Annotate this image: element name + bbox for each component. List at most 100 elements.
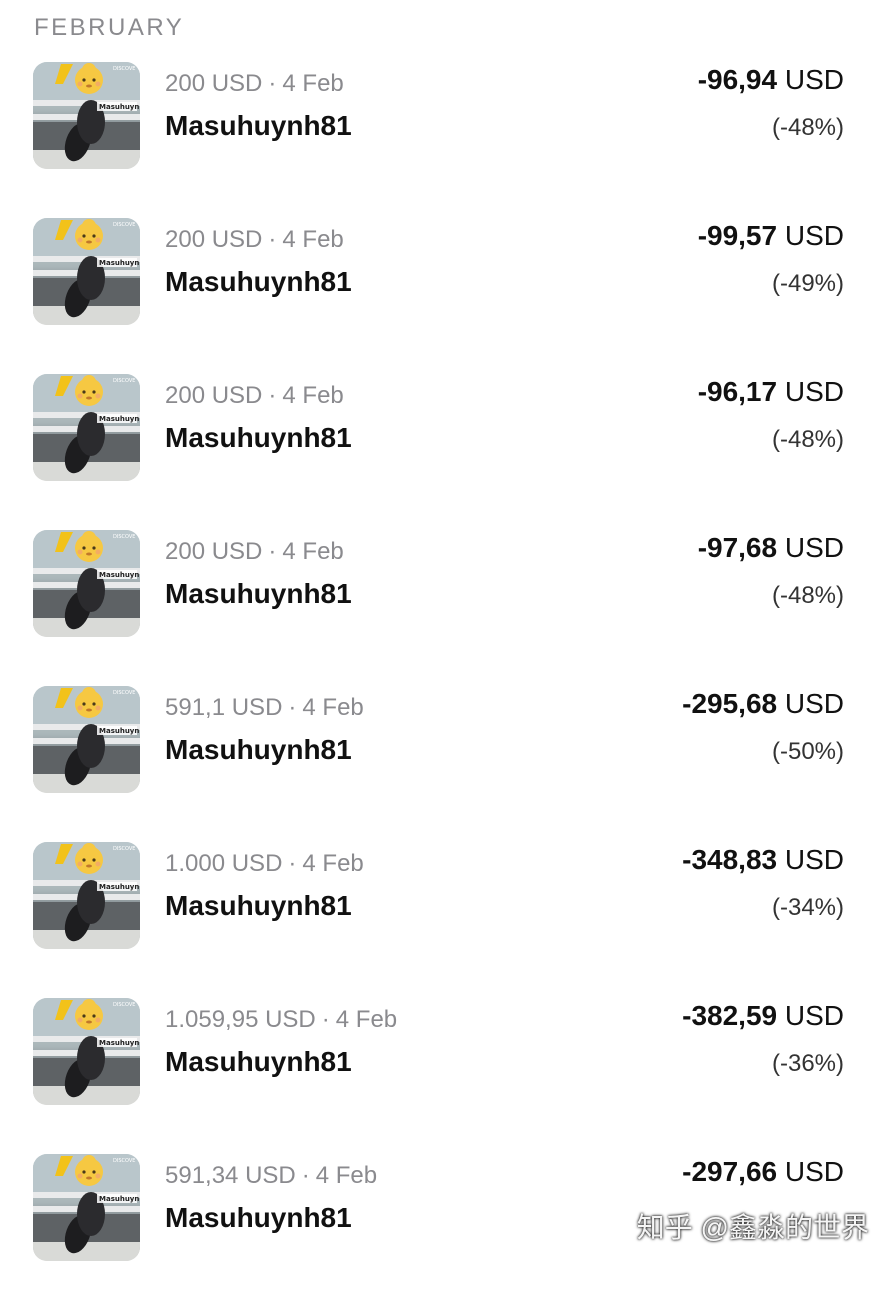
change-amount: -96,17 USD — [698, 376, 844, 408]
change-percent: (-48%) — [772, 582, 844, 610]
change-amount: -295,68 USD — [682, 688, 844, 720]
svg-text:DISCOVE: DISCOVE — [113, 846, 135, 852]
change-value: -295,68 — [682, 688, 777, 719]
transaction-meta: 200 USD·4 Feb — [165, 382, 344, 410]
transaction-amount: 591,34 USD — [165, 1162, 296, 1189]
meta-separator: · — [316, 1006, 336, 1033]
change-amount: -97,68 USD — [698, 532, 844, 564]
change-amount: -96,94 USD — [698, 64, 844, 96]
svg-text:DISCOVE: DISCOVE — [113, 378, 135, 384]
transaction-amount: 200 USD — [165, 382, 262, 409]
svg-text:Masuhuyn: Masuhuyn — [99, 571, 139, 579]
transaction-meta: 1.059,95 USD·4 Feb — [165, 1006, 397, 1034]
svg-text:Masuhuyn: Masuhuyn — [99, 883, 139, 891]
transaction-meta: 591,1 USD·4 Feb — [165, 694, 364, 722]
change-currency: USD — [785, 532, 844, 563]
motorcycle-avatar-icon: Masuhuyn DISCOVE — [33, 842, 140, 949]
svg-text:DISCOVE: DISCOVE — [113, 534, 135, 540]
change-percent: (-34%) — [772, 894, 844, 922]
transaction-name: Masuhuynh81 — [165, 734, 352, 766]
section-header-month: FEBRUARY — [34, 14, 184, 42]
transaction-meta: 591,34 USD·4 Feb — [165, 1162, 377, 1190]
motorcycle-avatar-icon: Masuhuyn DISCOVE — [33, 1154, 140, 1261]
svg-text:DISCOVE: DISCOVE — [113, 1158, 135, 1164]
transaction-amount: 1.059,95 USD — [165, 1006, 316, 1033]
change-percent: (-48%) — [772, 114, 844, 142]
svg-text:Masuhuyn: Masuhuyn — [99, 103, 139, 111]
transaction-amount: 1.000 USD — [165, 850, 282, 877]
svg-text:Masuhuyn: Masuhuyn — [99, 1195, 139, 1203]
change-currency: USD — [785, 376, 844, 407]
change-value: -348,83 — [682, 844, 777, 875]
change-amount: -297,66 USD — [682, 1156, 844, 1188]
svg-text:Masuhuyn: Masuhuyn — [99, 727, 139, 735]
transaction-name: Masuhuynh81 — [165, 1202, 352, 1234]
transaction-amount: 200 USD — [165, 226, 262, 253]
meta-separator: · — [262, 538, 282, 565]
meta-separator: · — [262, 70, 282, 97]
transaction-row[interactable]: Masuhuyn DISCOVE 1.000 USD·4 Feb Masuhuy… — [0, 842, 879, 998]
meta-separator: · — [262, 226, 282, 253]
transaction-meta: 1.000 USD·4 Feb — [165, 850, 364, 878]
change-value: -99,57 — [698, 220, 777, 251]
change-currency: USD — [785, 64, 844, 95]
change-value: -297,66 — [682, 1156, 777, 1187]
transaction-meta: 200 USD·4 Feb — [165, 70, 344, 98]
transaction-date: 4 Feb — [302, 850, 363, 877]
transaction-name: Masuhuynh81 — [165, 266, 352, 298]
watermark-text: 知乎 @鑫淼的世界 — [637, 1206, 869, 1246]
change-value: -96,17 — [698, 376, 777, 407]
transaction-date: 4 Feb — [282, 70, 343, 97]
svg-text:DISCOVE: DISCOVE — [113, 1002, 135, 1008]
transaction-row[interactable]: Masuhuyn DISCOVE 1.059,95 USD·4 Feb Masu… — [0, 998, 879, 1154]
change-value: -97,68 — [698, 532, 777, 563]
svg-text:Masuhuyn: Masuhuyn — [99, 1039, 139, 1047]
transaction-row[interactable]: Masuhuyn DISCOVE 200 USD·4 Feb Masuhuynh… — [0, 218, 879, 374]
motorcycle-avatar-icon: Masuhuyn DISCOVE — [33, 374, 140, 481]
change-amount: -348,83 USD — [682, 844, 844, 876]
change-amount: -382,59 USD — [682, 1000, 844, 1032]
meta-separator: · — [282, 694, 302, 721]
transaction-meta: 200 USD·4 Feb — [165, 226, 344, 254]
transaction-name: Masuhuynh81 — [165, 1046, 352, 1078]
svg-text:DISCOVE: DISCOVE — [113, 222, 135, 228]
change-percent: (-36%) — [772, 1050, 844, 1078]
change-currency: USD — [785, 1000, 844, 1031]
change-percent: (-49%) — [772, 270, 844, 298]
motorcycle-avatar-icon: Masuhuyn DISCOVE — [33, 686, 140, 793]
transaction-row[interactable]: Masuhuyn DISCOVE 200 USD·4 Feb Masuhuynh… — [0, 530, 879, 686]
svg-text:Masuhuyn: Masuhuyn — [99, 259, 139, 267]
change-amount: -99,57 USD — [698, 220, 844, 252]
transaction-row[interactable]: Masuhuyn DISCOVE 200 USD·4 Feb Masuhuynh… — [0, 62, 879, 218]
transaction-date: 4 Feb — [316, 1162, 377, 1189]
transaction-amount: 200 USD — [165, 70, 262, 97]
transaction-date: 4 Feb — [282, 382, 343, 409]
transaction-date: 4 Feb — [336, 1006, 397, 1033]
transaction-name: Masuhuynh81 — [165, 890, 352, 922]
transaction-meta: 200 USD·4 Feb — [165, 538, 344, 566]
svg-text:DISCOVE: DISCOVE — [113, 66, 135, 72]
meta-separator: · — [282, 850, 302, 877]
transaction-date: 4 Feb — [302, 694, 363, 721]
change-currency: USD — [785, 1156, 844, 1187]
transaction-name: Masuhuynh81 — [165, 422, 352, 454]
svg-text:Masuhuyn: Masuhuyn — [99, 415, 139, 423]
change-currency: USD — [785, 220, 844, 251]
transaction-row[interactable]: Masuhuyn DISCOVE 200 USD·4 Feb Masuhuynh… — [0, 374, 879, 530]
svg-text:DISCOVE: DISCOVE — [113, 690, 135, 696]
meta-separator: · — [262, 382, 282, 409]
motorcycle-avatar-icon: Masuhuyn DISCOVE — [33, 62, 140, 169]
change-value: -382,59 — [682, 1000, 777, 1031]
change-currency: USD — [785, 688, 844, 719]
change-value: -96,94 — [698, 64, 777, 95]
motorcycle-avatar-icon: Masuhuyn DISCOVE — [33, 218, 140, 325]
motorcycle-avatar-icon: Masuhuyn DISCOVE — [33, 530, 140, 637]
meta-separator: · — [296, 1162, 316, 1189]
transaction-amount: 591,1 USD — [165, 694, 282, 721]
transaction-row[interactable]: Masuhuyn DISCOVE 591,1 USD·4 Feb Masuhuy… — [0, 686, 879, 842]
transaction-date: 4 Feb — [282, 226, 343, 253]
transaction-name: Masuhuynh81 — [165, 578, 352, 610]
transaction-name: Masuhuynh81 — [165, 110, 352, 142]
change-currency: USD — [785, 844, 844, 875]
motorcycle-avatar-icon: Masuhuyn DISCOVE — [33, 998, 140, 1105]
